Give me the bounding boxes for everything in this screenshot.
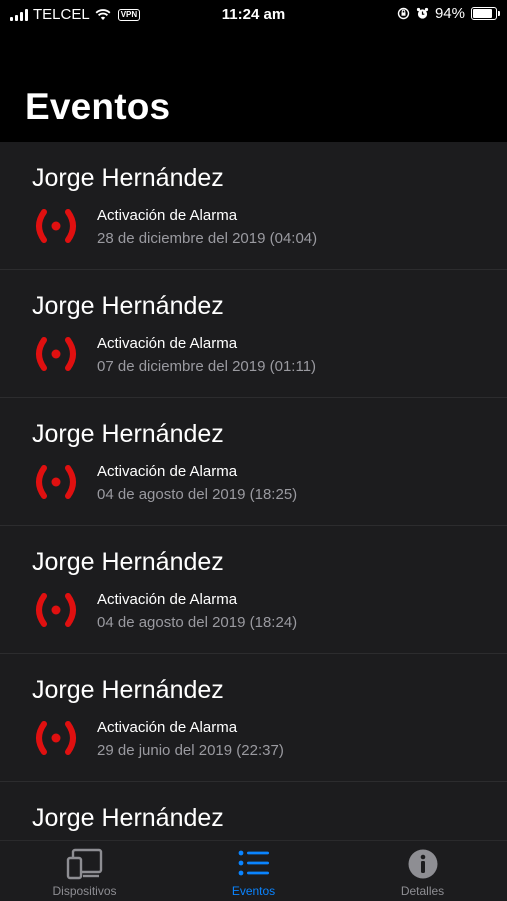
event-user-name: Jorge Hernández (32, 420, 224, 448)
event-row[interactable]: Jorge Hernández Activación de Alarma 07 de… (0, 270, 507, 398)
tab-dispositivos[interactable]: Dispositivos (0, 841, 169, 901)
devices-icon (66, 848, 102, 880)
event-row[interactable]: Jorge Hernández Activación de Alarma 29 de… (0, 654, 507, 782)
page-title: Eventos (25, 86, 171, 127)
tab-label: Dispositivos (52, 884, 117, 898)
alarm-icon (32, 336, 80, 372)
alarm-icon (32, 592, 80, 628)
alarm-icon (32, 720, 80, 756)
event-date: 07 de diciembre del 2019 (01:11) (97, 358, 317, 375)
event-row[interactable]: Jorge Hernández Activación de Alarma 04 de… (0, 526, 507, 654)
info-icon (408, 849, 437, 879)
event-user-name: Jorge Hernández (32, 292, 224, 320)
orientation-lock-icon (397, 7, 410, 20)
event-row[interactable]: Jorge Hernández (0, 782, 507, 840)
event-list[interactable]: Jorge Hernández Activación de Alarma 28 de… (0, 142, 507, 840)
event-user-name: Jorge Hernández (32, 548, 224, 576)
event-row[interactable]: Jorge Hernández Activación de Alarma 04 de… (0, 398, 507, 526)
event-date: 28 de diciembre del 2019 (04:04) (97, 230, 318, 247)
tab-label: Detalles (400, 884, 445, 898)
tab-detalles[interactable]: Detalles (338, 841, 507, 901)
tab-label: Eventos (231, 884, 276, 898)
alarm-icon (32, 464, 80, 500)
list-icon (238, 850, 269, 876)
tab-bar: Dispositivos Eventos Detalles (0, 840, 507, 901)
status-bar: TELCEL VPN 11:24 am 94% (0, 0, 507, 30)
tab-eventos[interactable]: Eventos (169, 841, 338, 901)
event-date: 29 de junio del 2019 (22:37) (97, 742, 284, 759)
alarm-clock-icon (416, 7, 429, 19)
event-user-name: Jorge Hernández (32, 804, 224, 832)
event-user-name: Jorge Hernández (32, 676, 224, 704)
event-type: Activación de Alarma (97, 335, 238, 352)
event-user-name: Jorge Hernández (32, 164, 224, 192)
event-date: 04 de agosto del 2019 (18:24) (97, 614, 298, 631)
event-type: Activación de Alarma (97, 207, 238, 224)
battery-level (473, 9, 492, 18)
event-row[interactable]: Jorge Hernández Activación de Alarma 28 de… (0, 142, 507, 270)
event-type: Activación de Alarma (97, 719, 238, 736)
alarm-icon (32, 208, 80, 244)
battery-icon (471, 7, 500, 20)
event-type: Activación de Alarma (97, 591, 238, 608)
battery-percent: 94% (434, 5, 465, 22)
event-type: Activación de Alarma (97, 463, 238, 480)
event-date: 04 de agosto del 2019 (18:25) (97, 486, 298, 503)
